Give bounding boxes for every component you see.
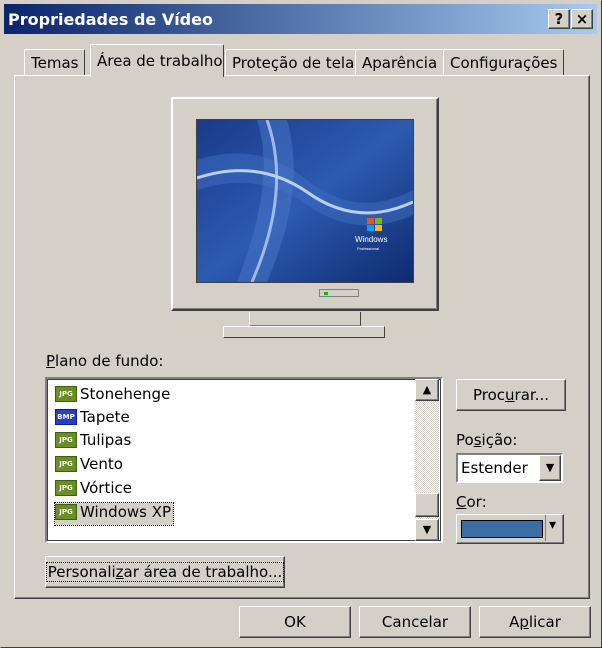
background-listbox[interactable]: JPG Stonehenge BMP Tapete JPG Tulipas JPG Ve… <box>45 377 443 543</box>
color-divider <box>545 515 546 541</box>
wallpaper-preview-image: Windows Professional <box>197 120 413 282</box>
tab-area-de-trabalho[interactable]: Área de trabalho <box>90 44 224 77</box>
tab-aparencia[interactable]: Aparência <box>355 49 445 75</box>
jpg-file-icon: JPG <box>55 431 77 448</box>
tab-configuracoes[interactable]: Configurações <box>443 49 565 75</box>
title-bar[interactable]: Propriedades de Vídeo ? × <box>4 4 597 34</box>
cancel-button[interactable]: Cancelar <box>359 606 471 638</box>
list-item[interactable]: JPG Vento <box>55 455 123 477</box>
close-button[interactable]: × <box>571 9 593 29</box>
list-item[interactable]: JPG Stonehenge <box>55 385 170 407</box>
help-button[interactable]: ? <box>548 9 570 29</box>
scroll-down-button[interactable]: ▼ <box>415 519 439 541</box>
jpg-file-icon: JPG <box>55 503 77 520</box>
jpg-file-icon: JPG <box>55 385 77 402</box>
monitor-base <box>223 326 385 338</box>
customize-desktop-label: Personalizar área de trabalho... <box>45 562 285 582</box>
tab-protecao-de-tela[interactable]: Proteção de tela <box>225 49 362 75</box>
list-item[interactable]: JPG Tulipas <box>55 431 131 453</box>
background-label: Plano de fundo: <box>46 352 164 370</box>
color-swatch <box>461 520 543 538</box>
bmp-file-icon: BMP <box>55 408 77 425</box>
position-select[interactable]: Estender ▼ <box>456 453 563 483</box>
monitor-control-panel <box>319 289 359 297</box>
window-title: Propriedades de Vídeo <box>8 10 213 29</box>
browse-button[interactable]: Procurar... <box>456 379 566 411</box>
color-dropdown-arrow: ▾ <box>549 517 557 533</box>
color-picker-button[interactable]: ▾ <box>456 514 564 544</box>
list-item[interactable]: BMP Tapete <box>55 408 130 430</box>
jpg-file-icon: JPG <box>55 479 77 496</box>
svg-text:Professional: Professional <box>357 246 379 251</box>
list-item-selected[interactable]: JPG Windows XP <box>53 502 175 526</box>
jpg-file-icon: JPG <box>55 455 77 472</box>
position-dropdown-arrow[interactable]: ▼ <box>539 455 561 481</box>
ok-button[interactable]: OK <box>239 606 351 638</box>
apply-button[interactable]: Aplicar <box>479 606 591 638</box>
position-value: Estender <box>461 459 528 477</box>
list-item[interactable]: JPG Vórtice <box>55 479 132 501</box>
display-properties-window: Propriedades de Vídeo ? × Temas Área de … <box>0 0 602 648</box>
position-label: Posição: <box>456 431 518 449</box>
customize-desktop-button[interactable]: Personalizar área de trabalho... <box>45 556 285 588</box>
power-led <box>324 292 328 295</box>
monitor-neck <box>249 312 361 326</box>
desktop-preview-screen: Windows Professional <box>196 119 414 283</box>
scroll-thumb[interactable] <box>415 493 439 517</box>
tab-temas[interactable]: Temas <box>24 49 86 75</box>
listbox-scrollbar[interactable]: ▲ ▼ <box>415 379 439 541</box>
svg-text:Windows: Windows <box>355 235 387 244</box>
scroll-up-button[interactable]: ▲ <box>415 379 439 401</box>
color-label: Cor: <box>456 493 487 511</box>
